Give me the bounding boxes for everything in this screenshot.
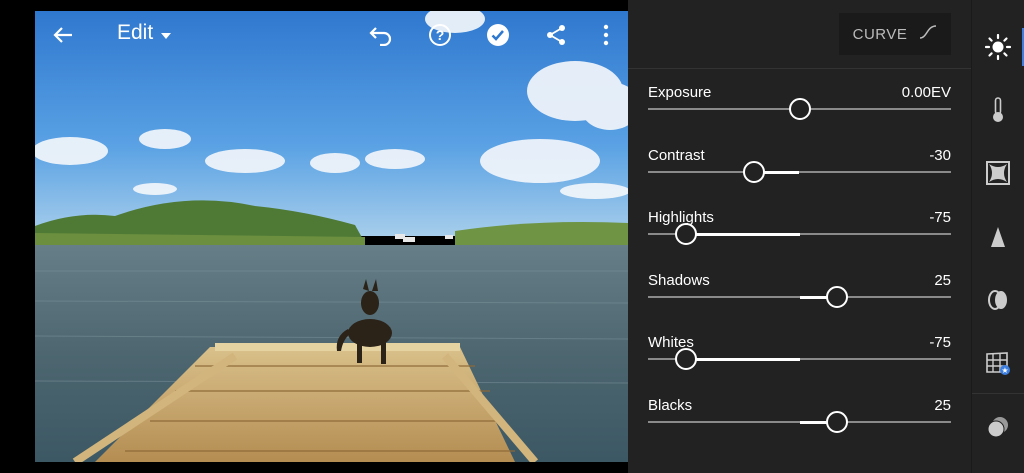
exposure-value: 0.00EV	[901, 84, 951, 101]
highlights-slider-fill	[685, 232, 800, 236]
light-icon[interactable]	[985, 34, 1011, 60]
back-arrow-icon[interactable]	[49, 21, 77, 49]
optics-lens-icon[interactable]	[985, 287, 1011, 313]
contrast-value: -30	[929, 147, 951, 164]
photo-image	[35, 11, 628, 462]
adjustment-highlights-row: Highlights -75	[648, 209, 951, 269]
effects-vignette-icon[interactable]	[985, 160, 1011, 186]
blacks-slider-thumb[interactable]	[826, 411, 849, 433]
shadows-slider-thumb[interactable]	[826, 286, 849, 308]
svg-text:?: ?	[436, 27, 445, 43]
panel-divider	[628, 68, 971, 69]
adjustment-blacks-row: Blacks 25	[648, 397, 951, 457]
exposure-slider-thumb[interactable]	[788, 98, 811, 120]
color-thermometer-icon[interactable]	[985, 97, 1011, 123]
adjustment-contrast-row: Contrast -30	[648, 147, 951, 207]
whites-slider-fill	[685, 357, 800, 361]
contrast-slider[interactable]	[648, 161, 951, 183]
blacks-slider[interactable]	[648, 411, 951, 433]
whites-slider[interactable]	[648, 348, 951, 370]
geometry-grid-icon[interactable]: ★	[985, 350, 1011, 376]
exposure-label: Exposure	[648, 84, 712, 101]
more-vertical-icon[interactable]	[592, 21, 620, 49]
undo-icon[interactable]	[367, 21, 395, 49]
highlights-slider-thumb[interactable]	[674, 223, 697, 245]
whites-value: -75	[929, 334, 951, 351]
blacks-value: 25	[934, 397, 951, 414]
shadows-slider[interactable]	[648, 286, 951, 308]
share-icon[interactable]	[542, 21, 570, 49]
curve-button-label: CURVE	[852, 25, 908, 43]
highlights-slider[interactable]	[648, 223, 951, 245]
contrast-slider-thumb[interactable]	[743, 161, 766, 183]
rail-divider	[972, 393, 1024, 394]
edit-mode-dropdown[interactable]: Edit	[117, 21, 172, 45]
photo-canvas[interactable]	[35, 11, 628, 462]
checkmark-icon[interactable]	[484, 21, 512, 49]
light-adjustments-panel: CURVE Exposure 0.00EV Contrast -30 Highlight…	[628, 0, 971, 473]
adjustment-exposure-row: Exposure 0.00EV	[648, 84, 951, 144]
adjustment-whites-row: Whites -75	[648, 334, 951, 394]
adjustment-shadows-row: Shadows 25	[648, 272, 951, 332]
help-icon[interactable]: ?	[426, 21, 454, 49]
whites-slider-thumb[interactable]	[674, 348, 697, 370]
detail-sharpen-icon[interactable]	[985, 224, 1011, 250]
edit-toolbar: Edit ?	[35, 11, 628, 59]
tool-rail: ★	[971, 0, 1024, 473]
edit-title: Edit	[117, 21, 154, 44]
presets-icon[interactable]	[985, 414, 1011, 440]
contrast-label: Contrast	[648, 147, 705, 164]
shadows-label: Shadows	[648, 272, 710, 289]
shadows-value: 25	[934, 272, 951, 289]
svg-text:★: ★	[1001, 366, 1008, 375]
curve-button[interactable]: CURVE	[839, 13, 951, 55]
curve-icon	[919, 25, 937, 43]
chevron-down-icon	[161, 21, 172, 45]
highlights-value: -75	[929, 209, 951, 226]
blacks-label: Blacks	[648, 397, 693, 414]
exposure-slider[interactable]	[648, 98, 951, 120]
